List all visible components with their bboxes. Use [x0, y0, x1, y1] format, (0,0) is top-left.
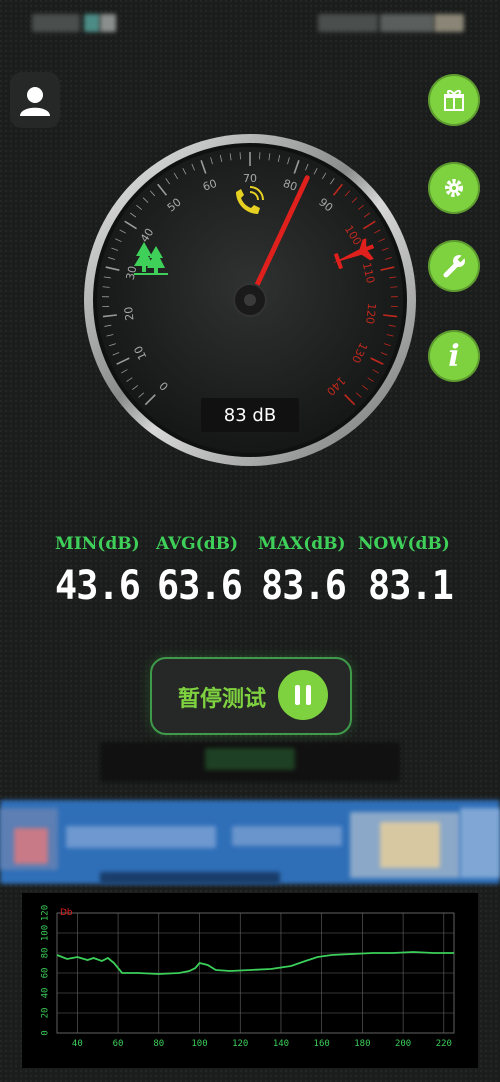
chart-ytick-label: 80 [41, 948, 51, 959]
chart-xtick-label: 180 [354, 1039, 370, 1049]
chart-xtick-label: 60 [113, 1039, 124, 1049]
wrench-icon [443, 253, 467, 278]
chart-xtick-label: 220 [436, 1039, 452, 1049]
gear-icon [445, 179, 463, 197]
chart-series-line [56, 951, 454, 975]
pause-test-label: 暂停测试 [178, 687, 267, 712]
chart-xtick-label: 120 [232, 1039, 248, 1049]
now-value: 83.1 [368, 563, 454, 609]
gift-icon [444, 90, 464, 111]
chart-ytick-label: 20 [41, 1008, 51, 1019]
chart-ytick-label: 60 [41, 968, 51, 979]
info-icon: i [448, 338, 460, 374]
chart-xtick-label: 100 [191, 1039, 207, 1049]
avg-label: AVG(dB) [156, 534, 239, 554]
min-label: MIN(dB) [55, 534, 140, 554]
info-button[interactable]: i [428, 330, 480, 382]
status-bar [0, 0, 500, 46]
max-label: MAX(dB) [258, 534, 346, 554]
chart-ytick-label: 120 [41, 905, 51, 921]
chart-xtick-label: 200 [395, 1039, 411, 1049]
gauge-readout: 83 dB [201, 398, 299, 432]
tools-button[interactable] [428, 240, 480, 292]
chart-xtick-label: 140 [273, 1039, 289, 1049]
gift-button[interactable] [428, 74, 480, 126]
history-chart: 0 20 40 60 80 100 120 40 60 80 100 120 140 160 180 200… [22, 893, 478, 1068]
chart-ytick-label: 100 [41, 925, 51, 941]
max-value: 83.6 [261, 563, 347, 609]
gauge-tick-label: 120 [363, 302, 378, 324]
avg-value: 63.6 [157, 563, 243, 609]
chart-xtick-label: 80 [153, 1039, 164, 1049]
gauge-tick-label: 20 [122, 306, 136, 321]
user-icon [20, 87, 50, 116]
min-value: 43.6 [55, 563, 141, 609]
chart-unit-label: Db [60, 908, 73, 918]
gauge-tick-label: 70 [243, 172, 257, 185]
now-label: NOW(dB) [358, 534, 450, 554]
chart-xtick-label: 40 [72, 1039, 83, 1049]
chart-xtick-label: 160 [314, 1039, 330, 1049]
user-profile-button[interactable] [10, 72, 60, 128]
history-chart-plot: 0 20 40 60 80 100 120 40 60 80 100 120 140 160 180 200… [41, 905, 455, 1049]
settings-button[interactable] [428, 162, 480, 214]
chart-ytick-label: 40 [41, 988, 51, 999]
chart-ytick-label: 0 [41, 1030, 51, 1035]
pause-icon [278, 670, 328, 720]
pause-test-button[interactable]: 暂停测试 [150, 657, 352, 735]
